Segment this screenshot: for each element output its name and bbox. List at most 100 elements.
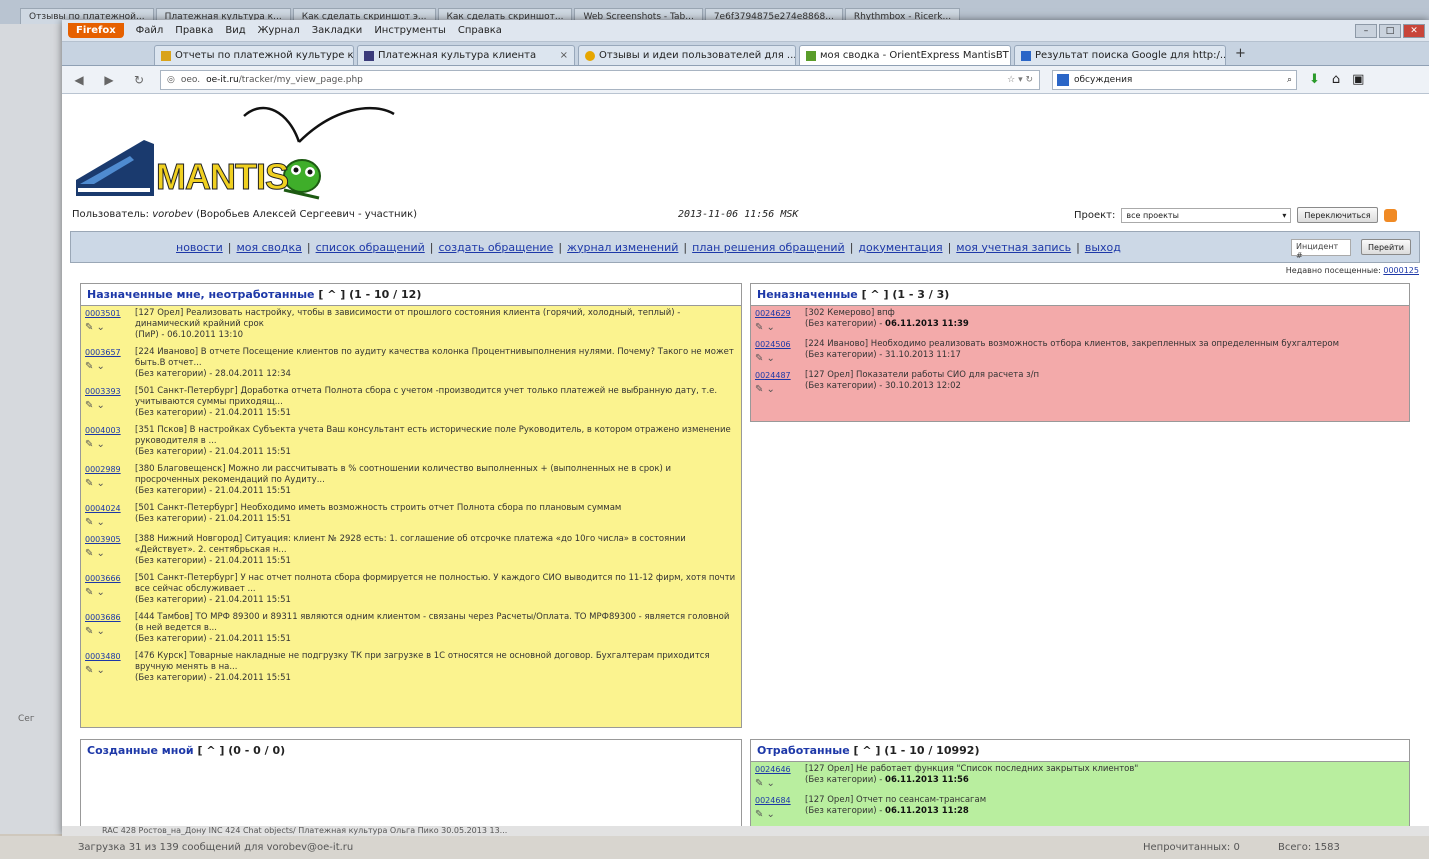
issue-id-link[interactable]: 0003657 [85, 348, 121, 357]
menu-bookmarks[interactable]: Закладки [312, 25, 363, 36]
issue-id-link[interactable]: 0003666 [85, 574, 121, 583]
issue-meta: (Без категории) - 21.04.2011 15:51 [135, 634, 737, 645]
link-docs[interactable]: документация [858, 241, 942, 254]
issue-summary-text: [224 Иваново] Необходимо реализовать воз… [805, 339, 1340, 349]
edit-pencil-icon[interactable]: ✎ ⌄ [85, 322, 135, 333]
issue-id-link[interactable]: 0003480 [85, 652, 121, 661]
issue-id-input[interactable]: Инцидент # [1291, 238, 1351, 260]
maximize-button[interactable]: □ [1379, 23, 1401, 38]
issue-summary: [302 Кемерово] впф (Без категории) - 06.1… [805, 308, 1405, 333]
edit-pencil-icon[interactable]: ✎ ⌄ [85, 587, 135, 598]
issue-id-link[interactable]: 0004024 [85, 504, 121, 513]
edit-pencil-icon[interactable]: ✎ ⌄ [85, 478, 135, 489]
reload-icon[interactable]: ↻ [130, 73, 148, 87]
close-window-button[interactable]: ✕ [1403, 23, 1425, 38]
link-logout[interactable]: выход [1085, 241, 1121, 254]
issue-summary: [476 Курск] Товарные накладные не подгру… [135, 651, 737, 684]
edit-pencil-icon[interactable]: ✎ ⌄ [85, 626, 135, 637]
switch-project-button[interactable]: Переключиться [1297, 207, 1378, 223]
edit-pencil-icon[interactable]: ✎ ⌄ [755, 353, 805, 364]
menu-tools[interactable]: Инструменты [374, 25, 446, 36]
issue-id-link[interactable]: 0024506 [755, 340, 791, 349]
tab-payment-culture[interactable]: Платежная культура клиента × [357, 45, 575, 65]
issue-summary: [501 Санкт-Петербург] Необходимо иметь в… [135, 503, 737, 528]
edit-pencil-icon[interactable]: ✎ ⌄ [85, 548, 135, 559]
issue-id-link[interactable]: 0024684 [755, 796, 791, 805]
link-news[interactable]: новости [176, 241, 223, 254]
issue-id-link[interactable]: 0002989 [85, 465, 121, 474]
tab-reports[interactable]: Отчеты по платежной культуре кл...× [154, 45, 354, 65]
recent-issue-link[interactable]: 0000125 [1383, 266, 1419, 275]
new-tab-button[interactable]: + [1229, 46, 1252, 61]
issue-category-date: (Без категории) - [805, 775, 886, 785]
issue-id-link[interactable]: 0003905 [85, 535, 121, 544]
search-box[interactable]: обсуждения ⌕ [1052, 69, 1297, 90]
firefox-menu-button[interactable]: Firefox [68, 23, 124, 38]
edit-pencil-icon[interactable]: ✎ ⌄ [755, 384, 805, 395]
background-label: Сег [18, 714, 35, 724]
back-arrow-icon[interactable]: ◀ [70, 73, 88, 87]
issue-id-link[interactable]: 0004003 [85, 426, 121, 435]
link-roadmap[interactable]: план решения обращений [692, 241, 845, 254]
issue-id-cell: 0003666 ✎ ⌄ [85, 573, 135, 606]
panel-resolved-header: Отработанные [ ^ ] (1 - 10 / 10992) [751, 740, 1409, 762]
project-label: Проект: [1074, 209, 1116, 221]
edit-pencil-icon[interactable]: ✎ ⌄ [85, 517, 135, 528]
mantis-icon [806, 50, 816, 61]
address-bar[interactable]: ◎ oeo. oe-it.ru/tracker/my_view_page.php … [160, 69, 1040, 90]
panel-created: Созданные мной [ ^ ] (0 - 0 / 0) [80, 739, 742, 835]
issue-summary-text: [224 Иваново] В отчете Посещение клиенто… [135, 347, 734, 368]
jump-button[interactable]: Перейти [1361, 239, 1411, 255]
tab-feedback[interactable]: Отзывы и идеи пользователей для ...× [578, 45, 796, 65]
search-icon[interactable]: ⌕ [1287, 75, 1292, 85]
issue-meta: (Без категории) - 30.10.2013 12:02 [805, 381, 1405, 392]
menu-file[interactable]: Файл [136, 25, 164, 36]
edit-pencil-icon[interactable]: ✎ ⌄ [755, 322, 805, 333]
issue-id-link[interactable]: 0024487 [755, 371, 791, 380]
status-text: Загрузка 31 из 139 сообщений для vorobev… [78, 842, 354, 853]
download-arrow-icon[interactable]: ⬇ [1309, 72, 1320, 87]
issue-id-link[interactable]: 0003501 [85, 309, 121, 318]
home-icon[interactable]: ⌂ [1332, 72, 1340, 87]
link-view-issues[interactable]: список обращений [316, 241, 425, 254]
edit-pencil-icon[interactable]: ✎ ⌄ [755, 778, 805, 789]
link-my-view[interactable]: моя сводка [236, 241, 301, 254]
issue-category-date: (Без категории) - 31.10.2013 11:17 [805, 350, 961, 360]
issue-id-link[interactable]: 0003686 [85, 613, 121, 622]
rss-icon[interactable] [1383, 208, 1397, 222]
link-my-account[interactable]: моя учетная запись [956, 241, 1071, 254]
link-report-issue[interactable]: создать обращение [438, 241, 553, 254]
issue-id-link[interactable]: 0024646 [755, 765, 791, 774]
issue-summary-text: [127 Орел] Реализовать настройку, чтобы … [135, 308, 681, 329]
menu-history[interactable]: Журнал [258, 25, 300, 36]
edit-pencil-icon[interactable]: ✎ ⌄ [85, 400, 135, 411]
unassigned-list: 0024629 ✎ ⌄ [302 Кемерово] впф (Без категор… [751, 306, 1409, 421]
issue-row: 0003501 ✎ ⌄ [127 Орел] Реализовать настрой… [81, 306, 741, 345]
close-icon[interactable]: × [556, 50, 568, 61]
issue-id-link[interactable]: 0024629 [755, 309, 791, 318]
tab-my-view[interactable]: моя сводка - OrientExpress MantisBT× [799, 45, 1011, 65]
issue-summary-text: [380 Благовещенск] Можно ли рассчитывать… [135, 464, 672, 485]
edit-pencil-icon[interactable]: ✎ ⌄ [755, 809, 805, 820]
bookmark-star-icon[interactable]: ☆ ▾ ↻ [1007, 75, 1033, 85]
issue-summary-text: [501 Санкт-Петербург] Необходимо иметь в… [135, 503, 622, 513]
tab-google[interactable]: Результат поиска Google для http:/...× [1014, 45, 1226, 65]
issue-meta: (Без категории) - 06.11.2013 11:56 [805, 775, 1405, 786]
project-select[interactable]: все проекты ▾ [1121, 207, 1292, 223]
minimize-button[interactable]: – [1355, 23, 1377, 38]
menu-edit[interactable]: Правка [175, 25, 213, 36]
panel-created-header: Созданные мной [ ^ ] (0 - 0 / 0) [81, 740, 741, 762]
url-path: /tracker/my_view_page.php [238, 74, 363, 85]
menu-view[interactable]: Вид [225, 25, 245, 36]
menu-icon[interactable]: ▣ [1352, 72, 1364, 87]
forward-arrow-icon[interactable]: ▶ [100, 73, 118, 87]
edit-pencil-icon[interactable]: ✎ ⌄ [85, 439, 135, 450]
issue-summary-text: [351 Псков] В настройках Субъекта учета … [135, 425, 731, 446]
link-changelog[interactable]: журнал изменений [567, 241, 678, 254]
mantis-logo: MANTIS [74, 102, 404, 207]
edit-pencil-icon[interactable]: ✎ ⌄ [85, 361, 135, 372]
issue-meta: (Без категории) - 21.04.2011 15:51 [135, 447, 737, 458]
menu-help[interactable]: Справка [458, 25, 502, 36]
issue-id-link[interactable]: 0003393 [85, 387, 121, 396]
edit-pencil-icon[interactable]: ✎ ⌄ [85, 665, 135, 676]
